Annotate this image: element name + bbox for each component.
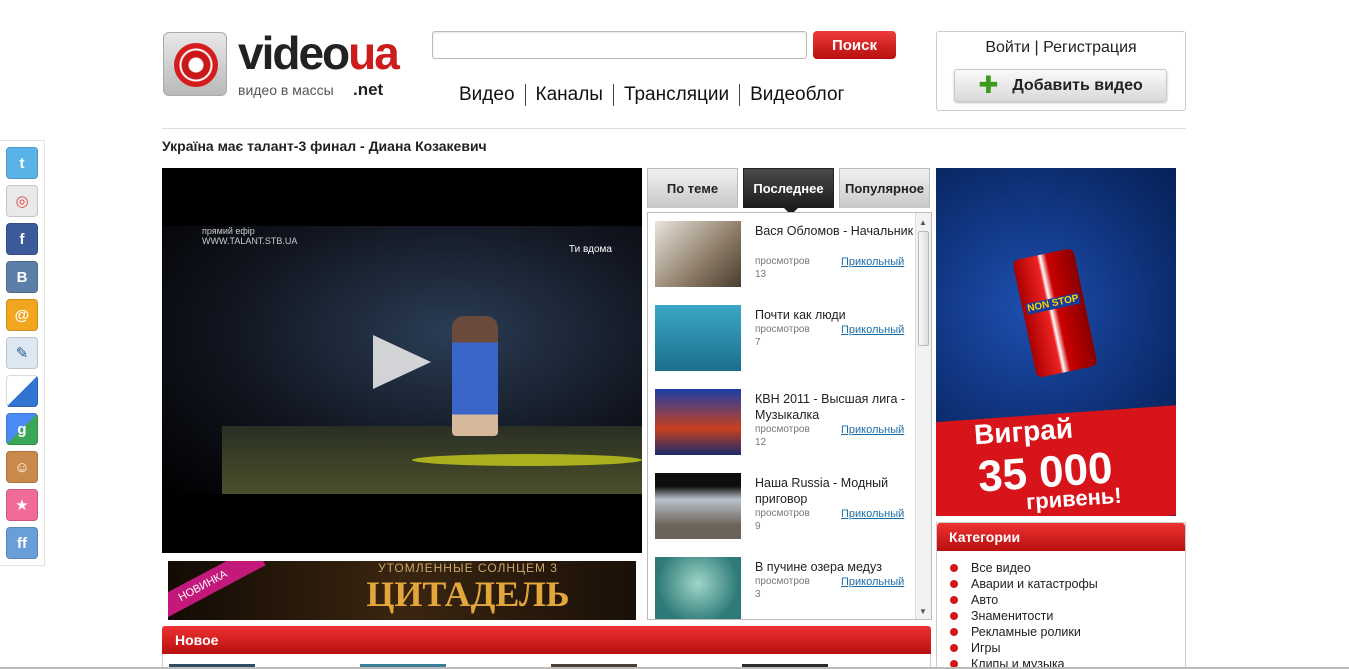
list-scrollbar[interactable]: ▲ ▼ [915,213,931,619]
logo-domain: .net [353,80,384,99]
list-item[interactable]: Наша Russia - Модный приговор просмотров… [655,473,915,543]
vkontakte-icon[interactable]: B [6,261,38,293]
bullet-icon [950,564,958,572]
user-box: Войти | Регистрация ✚ Добавить видео [936,31,1186,111]
logo-tagline: видео в массы [238,82,334,98]
promo-new-ribbon: НОВИНКА [168,561,266,620]
category-item[interactable]: Авто [950,592,1185,608]
new-section-title: Новое [162,626,931,654]
list-item[interactable]: Почти как люди просмотров 7 Прикольный [655,305,915,375]
play-icon[interactable] [373,335,431,389]
video-item-title[interactable]: В пучине озера медуз [755,559,915,575]
nav-item-broadcasts[interactable]: Трансляции [612,84,739,106]
stage-light [412,454,642,466]
moikrug-icon[interactable]: ☺ [6,451,38,483]
scroll-down-icon[interactable]: ▼ [919,607,927,616]
promo-banner[interactable]: НОВИНКА УТОМЛЕННЫЕ СОЛНЦЕМ 3 ЦИТАДЕЛЬ [168,561,636,620]
tab-latest[interactable]: Последнее [743,168,834,215]
google-icon[interactable]: g [6,413,38,445]
list-item[interactable]: КВН 2011 - Высшая лига - Музыкалка просм… [655,389,915,459]
plus-icon: ✚ [978,71,999,99]
share-icon[interactable]: ◎ [6,185,38,217]
categories-panel: Категории Все видео Аварии и катастрофы … [936,522,1186,669]
category-link[interactable]: Прикольный [841,576,904,588]
add-video-button[interactable]: ✚ Добавить видео [954,69,1167,102]
login-link[interactable]: Войти [985,39,1030,56]
video-thumbnail[interactable] [655,305,741,371]
player-overlay-text: прямий ефір WWW.TALANT.STB.UA [202,226,298,246]
tab-popular[interactable]: Популярное [839,168,930,208]
views-count: просмотров 12 [755,424,810,448]
video-list[interactable]: Вася Обломов - Начальник просмотров 13 Пр… [647,212,932,620]
camera-logo-icon [163,32,227,96]
list-item[interactable]: Вася Обломов - Начальник просмотров 13 Пр… [655,221,915,291]
performer-figure [452,316,498,436]
search-input[interactable] [432,31,807,59]
categories-list: Все видео Аварии и катастрофы Авто Знаме… [937,551,1185,669]
main-nav: Видео Каналы Трансляции Видеоблог [459,84,854,106]
video-thumbnail[interactable] [655,557,741,619]
nav-item-channels[interactable]: Каналы [524,84,613,106]
category-link[interactable]: Прикольный [841,424,904,436]
friendfeed-icon[interactable]: ff [6,527,38,559]
favorites-star-icon[interactable]: ★ [6,489,38,521]
promo-title: ЦИТАДЕЛЬ [366,574,570,614]
category-item[interactable]: Игры [950,640,1185,656]
nav-item-videoblog[interactable]: Видеоблог [739,84,854,106]
video-player[interactable]: прямий ефір WWW.TALANT.STB.UA Ти вдома [162,168,642,553]
category-link[interactable]: Прикольный [841,324,904,336]
auth-links: Войти | Регистрация [937,39,1185,57]
bullet-icon [950,628,958,636]
video-item-title[interactable]: КВН 2011 - Высшая лига - Музыкалка [755,391,915,423]
register-link[interactable]: Регистрация [1043,39,1137,56]
bullet-icon [950,644,958,652]
search-button[interactable]: Поиск [813,31,896,59]
mail-icon[interactable]: @ [6,299,38,331]
category-item[interactable]: Рекламные ролики [950,624,1185,640]
tab-related[interactable]: По теме [647,168,738,208]
category-item[interactable]: Все видео [950,560,1185,576]
video-item-title[interactable]: Наша Russia - Модный приговор [755,475,915,507]
views-count: просмотров 13 [755,256,810,280]
video-title: Україна має талант-3 финал - Диана Козак… [162,138,487,154]
delicious-icon[interactable] [6,375,38,407]
video-thumbnail[interactable] [655,473,741,539]
bullet-icon [950,580,958,588]
twitter-icon[interactable]: t [6,147,38,179]
bullet-icon [950,612,958,620]
add-video-label: Добавить видео [1012,76,1143,94]
category-link[interactable]: Прикольный [841,508,904,520]
bullet-icon [950,596,958,604]
nav-item-video[interactable]: Видео [459,84,525,106]
category-item[interactable]: Аварии и катастрофы [950,576,1185,592]
category-link[interactable]: Прикольный [841,256,904,268]
facebook-icon[interactable]: f [6,223,38,255]
list-item[interactable]: В пучине озера медуз просмотров 3 Приколь… [655,557,915,619]
scrollbar-thumb[interactable] [918,231,929,346]
site-logo[interactable]: videoua видео в массы .net [163,28,400,100]
livejournal-icon[interactable]: ✎ [6,337,38,369]
categories-title: Категории [937,523,1185,551]
header-divider [162,128,1186,129]
video-item-title[interactable]: Вася Обломов - Начальник [755,223,915,239]
scroll-up-icon[interactable]: ▲ [919,218,927,227]
auth-separator: | [1034,39,1039,56]
views-count: просмотров 9 [755,508,810,532]
video-item-title[interactable]: Почти как люди [755,307,915,323]
views-count: просмотров 3 [755,576,810,600]
channel-logo: Ти вдома [568,244,612,255]
video-thumbnail[interactable] [655,221,741,287]
category-item[interactable]: Знаменитости [950,608,1185,624]
logo-wordmark: videoua [238,27,400,79]
share-sidebar: t ◎ f B @ ✎ g ☺ ★ ff [0,140,45,566]
energy-drink-can-image [1012,247,1098,379]
ad-banner[interactable]: Виграй 35 000 гривень! [936,168,1176,516]
video-thumbnail[interactable] [655,389,741,455]
views-count: просмотров 7 [755,324,810,348]
